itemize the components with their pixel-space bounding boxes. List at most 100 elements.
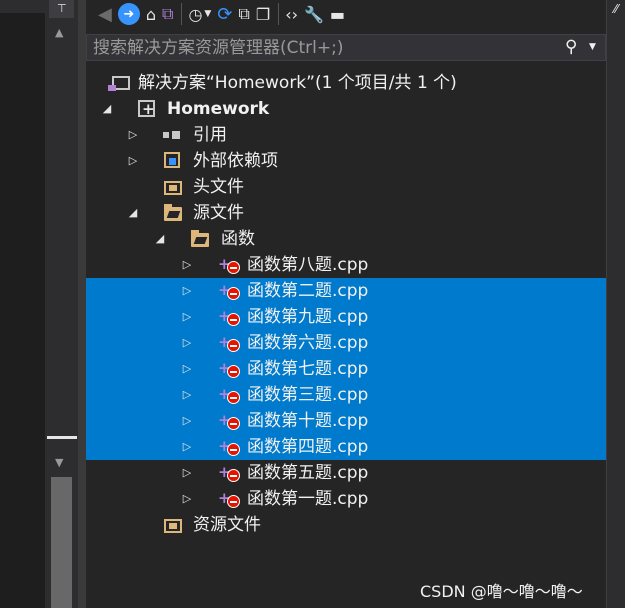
search-options-dropdown-icon[interactable]: ▼ (589, 42, 596, 52)
cpp-file-error-icon: + (218, 281, 242, 301)
tree-item-label: 函数第八题.cpp (247, 255, 369, 275)
tree-item-solution[interactable]: 解决方案“Homework”(1 个项目/共 1 个) (86, 70, 606, 96)
editor-scrollbar[interactable]: ⊤ ▲ ▼ (45, 0, 78, 608)
tree-item-resource-files[interactable]: 资源文件 (86, 512, 606, 538)
cpp-file-error-icon: + (218, 437, 242, 457)
tree-item-label: 函数第六题.cpp (247, 333, 369, 353)
watermark: CSDN @噜～噜～噜～ (420, 582, 583, 601)
panel-splitter[interactable] (78, 0, 86, 608)
expand-arrow-icon[interactable]: ▷ (180, 460, 194, 486)
tree-item-header-files[interactable]: 头文件 (86, 174, 606, 200)
expand-arrow-icon[interactable]: ▷ (180, 278, 194, 304)
expand-arrow-icon[interactable]: ▷ (180, 252, 194, 278)
cpp-file-error-icon: + (218, 359, 242, 379)
tree-item-functions-folder[interactable]: ◢ 函数 (86, 226, 606, 252)
tree-item-external-dependencies[interactable]: ▷ 外部依赖项 (86, 148, 606, 174)
cpp-project-icon (138, 96, 155, 122)
collapse-arrow-icon[interactable]: ◢ (100, 96, 114, 122)
search-icon[interactable]: ⚲ (565, 37, 577, 57)
tree-item-file[interactable]: ▷ + 函数第六题.cpp (86, 330, 606, 356)
right-panel-edge: ⁄⁄ (606, 0, 625, 608)
cpp-file-error-icon: + (218, 411, 242, 431)
cpp-file-error-icon: + (218, 463, 242, 483)
split-icon: ⊤ (57, 2, 67, 15)
switch-views-icon[interactable]: ⧉ (162, 2, 173, 26)
open-folder-icon (191, 230, 209, 247)
show-all-files-icon[interactable]: ❐ (256, 2, 270, 26)
toolbar-separator (181, 3, 183, 25)
cpp-file-error-icon: + (218, 489, 242, 509)
expand-arrow-icon[interactable]: ▷ (180, 356, 194, 382)
expand-arrow-icon[interactable]: ▷ (180, 382, 194, 408)
tree-item-label: 函数第三题.cpp (247, 385, 369, 405)
references-icon (163, 126, 183, 144)
scroll-up-icon[interactable]: ▲ (55, 26, 63, 39)
solution-icon (108, 76, 130, 91)
scrollbar-thumb[interactable] (51, 477, 72, 608)
grip-icon[interactable]: ⁄⁄ (614, 2, 618, 16)
tree-item-label: 函数第十题.cpp (247, 411, 369, 431)
properties-icon[interactable]: 🔧 (304, 2, 324, 26)
tree-item-label: 资源文件 (193, 515, 261, 535)
expand-arrow-icon[interactable]: ▷ (180, 434, 194, 460)
expand-arrow-icon[interactable]: ▷ (180, 486, 194, 512)
back-icon[interactable]: ◀ (98, 2, 112, 26)
collapse-all-icon[interactable]: ⧉ (238, 2, 249, 26)
cpp-file-error-icon: + (218, 255, 242, 275)
expand-arrow-icon[interactable]: ▷ (180, 304, 194, 330)
tree-item-file[interactable]: ▷ + 函数第七题.cpp (86, 356, 606, 382)
tree-item-label: 函数 (221, 229, 255, 249)
tree-item-label: 源文件 (193, 203, 244, 223)
tree-item-label: Homework (167, 99, 270, 119)
tree-item-project[interactable]: ◢ Homework (86, 96, 606, 122)
filter-folder-icon (164, 181, 182, 195)
solution-explorer: ◀ ➜ ⌂ ⧉ ◷ ▼ ⟳ ⧉ ❐ ‹› 🔧 ▬ ⚲ ▼ 解决方案“Homewo… (86, 0, 606, 608)
cpp-file-error-icon: + (218, 307, 242, 327)
pending-changes-icon[interactable]: ◷ (188, 2, 202, 26)
tree-item-source-files[interactable]: ◢ 源文件 (86, 200, 606, 226)
pending-changes-dropdown-icon[interactable]: ▼ (204, 2, 211, 26)
tree-item-file[interactable]: ▷ + 函数第五题.cpp (86, 460, 606, 486)
tree-item-label: 函数第四题.cpp (247, 437, 369, 457)
expand-arrow-icon[interactable]: ▷ (180, 408, 194, 434)
split-button[interactable]: ⊤ (49, 0, 74, 18)
scroll-down-icon[interactable]: ▼ (55, 456, 63, 469)
tree-item-file[interactable]: ▷ + 函数第三题.cpp (86, 382, 606, 408)
sync-icon[interactable]: ⟳ (217, 2, 232, 26)
tree-item-file[interactable]: ▷ + 函数第十题.cpp (86, 408, 606, 434)
expand-arrow-icon[interactable]: ▷ (126, 122, 140, 148)
tree-item-file[interactable]: ▷ + 函数第四题.cpp (86, 434, 606, 460)
tree-item-file[interactable]: ▷ + 函数第一题.cpp (86, 486, 606, 512)
preview-icon[interactable]: ▬ (330, 2, 345, 26)
tree-item-label: 函数第二题.cpp (247, 281, 369, 301)
editor-gutter (0, 0, 45, 608)
tree-item-references[interactable]: ▷ 引用 (86, 122, 606, 148)
search-box[interactable]: ⚲ ▼ (86, 34, 606, 61)
view-code-icon[interactable]: ‹› (285, 2, 298, 26)
cpp-file-error-icon: + (218, 385, 242, 405)
home-icon[interactable]: ⌂ (146, 2, 156, 26)
tree-item-label: 头文件 (193, 177, 244, 197)
expand-arrow-icon[interactable]: ▷ (180, 330, 194, 356)
toolbar-separator (278, 3, 280, 25)
solution-explorer-toolbar: ◀ ➜ ⌂ ⧉ ◷ ▼ ⟳ ⧉ ❐ ‹› 🔧 ▬ (86, 0, 606, 28)
scroll-position-marker (47, 436, 77, 439)
collapse-arrow-icon[interactable]: ◢ (126, 200, 140, 226)
tree-item-label: 函数第九题.cpp (247, 307, 369, 327)
solution-tree: 解决方案“Homework”(1 个项目/共 1 个) ◢ Homework ▷… (86, 70, 606, 538)
tree-item-label: 函数第七题.cpp (247, 359, 369, 379)
collapse-arrow-icon[interactable]: ◢ (153, 226, 167, 252)
expand-arrow-icon[interactable]: ▷ (126, 148, 140, 174)
tree-item-file[interactable]: ▷ + 函数第九题.cpp (86, 304, 606, 330)
cpp-file-error-icon: + (218, 333, 242, 353)
tree-item-file[interactable]: ▷ + 函数第二题.cpp (86, 278, 606, 304)
external-dependencies-icon (164, 152, 180, 168)
filter-folder-icon (164, 519, 182, 533)
tree-item-label: 外部依赖项 (193, 151, 278, 171)
tree-item-file[interactable]: ▷ + 函数第八题.cpp (86, 252, 606, 278)
tree-item-label: 函数第一题.cpp (247, 489, 369, 509)
forward-icon[interactable]: ➜ (117, 3, 140, 25)
tree-item-label: 引用 (193, 125, 227, 145)
search-input[interactable] (93, 38, 543, 58)
open-folder-icon (164, 204, 182, 221)
